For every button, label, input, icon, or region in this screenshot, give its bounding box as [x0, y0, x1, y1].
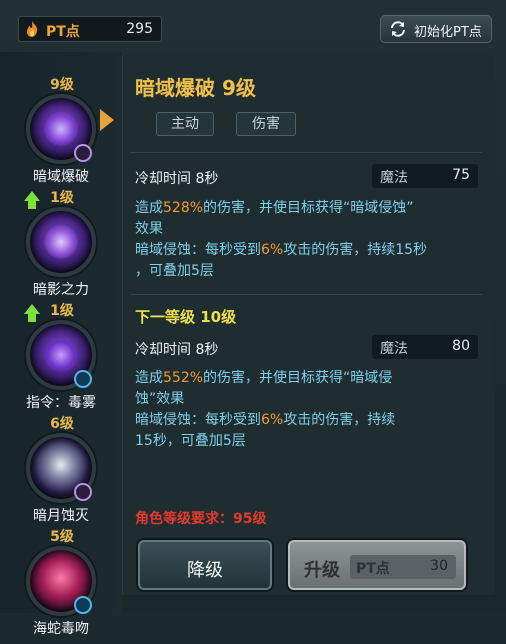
pt-value: 295 — [126, 21, 153, 37]
desc-text: 攻击的伤害，持续15秒 — [283, 242, 428, 258]
mana-value: 75 — [452, 167, 470, 183]
upgrade-arrow-stem — [28, 201, 36, 209]
skill-item-shadow-power[interactable]: 1级 暗影之力 — [0, 187, 122, 305]
current-desc-line4: ，可叠加5层 — [135, 263, 214, 279]
upgrade-cost: PT点 30 — [350, 555, 456, 579]
next-level-title: 下一等级 10级 — [135, 308, 237, 326]
next-desc-line1: 造成552%的伤害，并使目标获得“暗域侵 — [135, 368, 395, 389]
selected-arrow-icon — [100, 109, 114, 131]
mana-label: 魔法 — [380, 341, 408, 357]
current-description: 造成528%的伤害，并使目标获得“暗域侵蚀” 效果 暗域侵蚀：每秒受到6%攻击的… — [135, 198, 427, 282]
downgrade-label: 降级 — [187, 560, 223, 581]
current-desc-line2: 效果 — [135, 221, 163, 237]
next-desc-line4: 15秒，可叠加5层 — [135, 433, 246, 449]
top-bar: PT点 295 初始化PT点 — [0, 0, 506, 50]
next-desc-line2: 蚀”效果 — [135, 391, 185, 407]
skill-list: 9级 暗域爆破 1级 暗影之力 1级 指令：毒雾 6级 暗月蚀灭 5级 海蛇毒吻 — [0, 52, 122, 637]
skill-name: 海蛇毒吻 — [33, 621, 89, 637]
skill-name: 指令：毒雾 — [26, 395, 96, 411]
upgrade-button[interactable]: 升级 PT点 30 — [288, 540, 466, 590]
damage-percent: 552% — [163, 370, 204, 386]
mana-value: 80 — [452, 338, 470, 354]
skill-level: 9级 — [50, 77, 74, 93]
cost-value: 30 — [430, 558, 448, 574]
upgrade-arrow-icon — [24, 191, 40, 201]
skill-icon-shadow-power — [26, 207, 96, 277]
upgrade-arrow-stem — [28, 314, 36, 322]
upgrade-label: 升级 — [304, 560, 340, 581]
skill-item-sea-serpent[interactable]: 5级 海蛇毒吻 — [0, 526, 122, 644]
desc-text: 攻击的伤害，持续 — [283, 412, 396, 428]
desc-text: 暗域侵蚀：每秒受到 — [135, 412, 261, 428]
desc-text: 的伤害，并使目标获得“暗域侵蚀” — [203, 200, 414, 216]
downgrade-button[interactable]: 降级 — [138, 540, 272, 590]
desc-text: 暗域侵蚀：每秒受到 — [135, 242, 261, 258]
skill-name: 暗域爆破 — [33, 169, 89, 185]
moon-badge-icon — [74, 483, 92, 501]
skill-item-dark-moon[interactable]: 6级 暗月蚀灭 — [0, 413, 122, 531]
skill-level: 1级 — [50, 303, 74, 319]
damage-percent: 6% — [261, 242, 284, 258]
tag-active: 主动 — [156, 112, 214, 136]
next-mana-cost: 魔法 80 — [372, 335, 478, 359]
skill-name: 暗月蚀灭 — [33, 508, 89, 524]
divider — [130, 152, 482, 153]
reset-pt-button[interactable]: 初始化PT点 — [380, 15, 492, 43]
reset-pt-label: 初始化PT点 — [414, 25, 482, 40]
water-drop-badge-icon — [74, 596, 92, 614]
next-description: 造成552%的伤害，并使目标获得“暗域侵 蚀”效果 暗域侵蚀：每秒受到6%攻击的… — [135, 368, 395, 452]
desc-text: 的伤害，并使目标获得“暗域侵 — [203, 370, 393, 386]
upgrade-arrow-icon — [24, 304, 40, 314]
skill-item-dark-burst[interactable]: 9级 暗域爆破 — [0, 74, 122, 192]
skill-level: 1级 — [50, 190, 74, 206]
flame-icon — [26, 21, 38, 37]
refresh-icon — [391, 21, 405, 37]
damage-percent: 528% — [163, 200, 204, 216]
current-cooldown: 冷却时间 8秒 — [135, 171, 219, 187]
desc-text: 造成 — [135, 370, 163, 386]
pt-label: PT点 — [46, 24, 80, 40]
skill-name: 暗影之力 — [33, 282, 89, 298]
tag-damage: 伤害 — [236, 112, 296, 136]
level-requirement: 角色等级要求：95级 — [135, 511, 267, 527]
next-desc-line3: 暗域侵蚀：每秒受到6%攻击的伤害，持续 — [135, 410, 395, 431]
water-drop-badge-icon — [74, 370, 92, 388]
mana-label: 魔法 — [380, 170, 408, 186]
skill-level: 5级 — [50, 529, 74, 545]
desc-text: 造成 — [135, 200, 163, 216]
cost-label: PT点 — [356, 561, 390, 577]
divider — [130, 294, 482, 295]
damage-percent: 6% — [261, 412, 284, 428]
current-desc-line3: 暗域侵蚀：每秒受到6%攻击的伤害，持续15秒 — [135, 240, 427, 261]
skill-title: 暗域爆破 9级 — [135, 76, 256, 100]
moon-badge-icon — [74, 144, 92, 162]
next-cooldown: 冷却时间 8秒 — [135, 342, 219, 358]
skill-item-poison-fog[interactable]: 1级 指令：毒雾 — [0, 300, 122, 418]
skill-level: 6级 — [50, 416, 74, 432]
pt-points-display: PT点 295 — [18, 16, 162, 42]
current-mana-cost: 魔法 75 — [372, 164, 478, 188]
current-desc-line1: 造成528%的伤害，并使目标获得“暗域侵蚀” — [135, 198, 427, 219]
